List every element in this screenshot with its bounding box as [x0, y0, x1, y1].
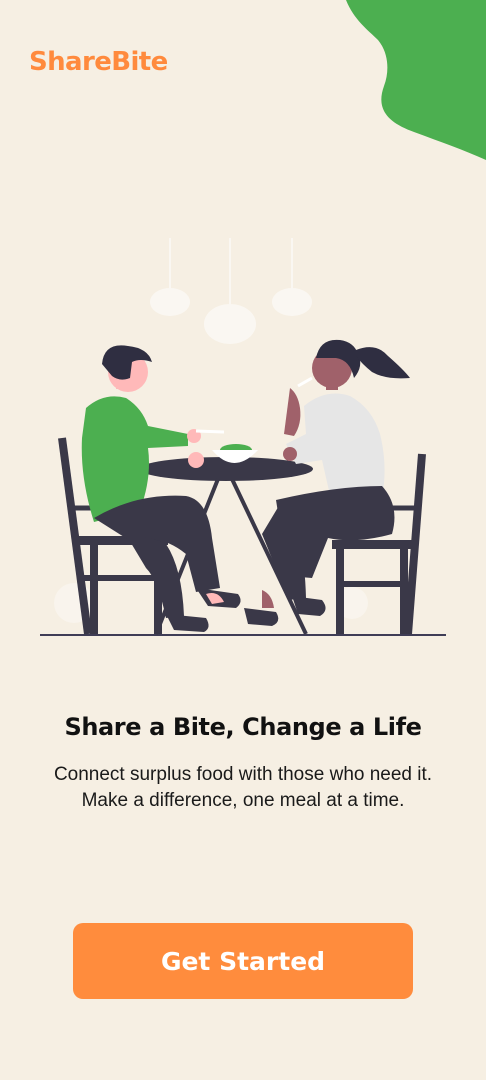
green-blob-decoration: [346, 0, 486, 160]
pendant-lamps: [150, 238, 312, 344]
onboarding-screen: ShareBite Share a Bite, Change a Life Co…: [0, 0, 486, 1080]
dining-illustration: [40, 238, 446, 636]
app-logo: ShareBite: [29, 47, 168, 77]
page-headline: Share a Bite, Change a Life: [64, 713, 422, 741]
get-started-button[interactable]: Get Started: [73, 923, 413, 999]
page-description: Connect surplus food with those who need…: [53, 764, 433, 811]
